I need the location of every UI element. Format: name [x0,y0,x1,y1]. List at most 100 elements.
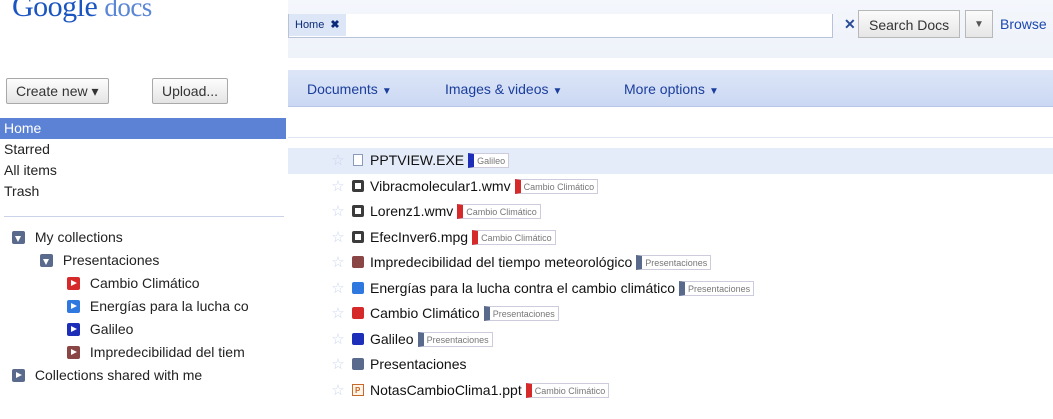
images-videos-menu[interactable]: Images & videos ▼ [445,81,562,97]
sidebar-divider [4,216,284,217]
documents-menu-label: Documents [307,81,378,97]
list-item[interactable]: ☆ Cambio Climático Presentaciones [288,301,1053,327]
document-name[interactable]: PPTVIEW.EXE [370,152,464,168]
list-item[interactable]: ☆ Galileo Presentaciones [288,327,1053,353]
folder-icon [352,307,364,319]
document-name[interactable]: Vibracmolecular1.wmv [370,178,511,194]
expand-arrow-icon[interactable] [67,323,80,336]
logo-google-text: Google [12,0,98,23]
collection-presentaciones[interactable]: Presentaciones [0,249,289,272]
collection-label: Galileo [89,321,134,337]
collection-tag[interactable]: Presentaciones [679,280,755,296]
collection-galileo[interactable]: Galileo [0,318,289,341]
collection-label: Energías para la lucha co [89,298,249,314]
collection-label: Impredecibilidad del tiem [89,344,245,360]
document-name[interactable]: Galileo [370,331,414,347]
expand-arrow-icon[interactable] [67,300,80,313]
chip-close-icon[interactable]: ✖ [330,19,339,31]
logo-docs-text: docs [104,0,152,22]
document-name[interactable]: Cambio Climático [370,305,480,321]
document-name[interactable]: Lorenz1.wmv [370,203,453,219]
expand-arrow-icon[interactable] [67,277,80,290]
list-item[interactable]: ☆ EfecInver6.mpg Cambio Climático [288,225,1053,251]
document-name[interactable]: EfecInver6.mpg [370,229,468,245]
collection-tag[interactable]: Cambio Climático [457,204,541,219]
list-item[interactable]: ☆ Lorenz1.wmv Cambio Climático [288,199,1053,225]
star-icon[interactable]: ☆ [330,250,346,275]
google-docs-logo[interactable]: Google docs [12,0,152,30]
list-item[interactable]: ☆ NotasCambioClima1.pptCambio Climático [288,378,1053,404]
more-options-menu-label: More options [624,81,705,97]
collection-cambio-climatico[interactable]: Cambio Climático [0,272,289,295]
collection-energias[interactable]: Energías para la lucha co [0,295,289,318]
document-name[interactable]: Energías para la lucha contra el cambio … [370,280,675,296]
video-icon [352,230,364,243]
expand-arrow-icon[interactable] [12,369,25,382]
caret-down-icon: ▼ [552,86,563,97]
search-docs-button[interactable]: Search Docs [858,10,961,38]
folder-icon [352,256,364,268]
presentation-file-icon [352,378,364,403]
collection-tag[interactable]: Cambio Climático [472,229,556,245]
document-name[interactable]: Presentaciones [370,356,467,372]
search-input[interactable]: Home ✖ [288,14,833,38]
star-icon[interactable]: ☆ [330,327,346,352]
collection-tag[interactable]: Presentaciones [417,331,493,347]
star-icon[interactable]: ☆ [330,301,346,326]
star-icon[interactable]: ☆ [330,174,346,199]
sidebar-item-home[interactable]: Home [0,118,286,139]
collection-tag[interactable]: Cambio Climático [514,178,599,194]
file-icon [353,154,363,166]
home-filter-chip[interactable]: Home ✖ [289,14,346,36]
search-area: Home ✖ ✕ Search Docs ▼ Browse [288,0,1053,58]
shared-collections-label: Collections shared with me [34,367,203,383]
more-options-menu[interactable]: More options ▼ [624,81,719,97]
document-list: ☆ PPTVIEW.EXE Galileo ☆ Vibracmolecular1.wm… [288,148,1053,403]
list-header-row [288,107,1053,138]
sidebar-item-all-items[interactable]: All items [0,160,286,181]
star-icon[interactable]: ☆ [330,276,346,301]
collection-impredecibilidad[interactable]: Impredecibilidad del tiem [0,341,289,364]
list-item[interactable]: ☆ Energías para la lucha contra el cambio… [288,276,1053,302]
clear-search-icon[interactable]: ✕ [844,16,856,33]
caret-down-icon: ▼ [708,86,719,97]
sidebar-item-starred[interactable]: Starred [0,139,286,160]
sidebar-nav: Home Starred All items Trash [0,118,286,202]
folder-icon [352,358,364,370]
collection-tag[interactable]: Presentaciones [483,306,559,321]
star-icon[interactable]: ☆ [330,352,346,377]
document-name[interactable]: Impredecibilidad del tiempo meteorológic… [370,254,632,270]
collection-my-collections[interactable]: My collections [0,226,289,249]
list-item[interactable]: ☆ Vibracmolecular1.wmv Cambio Climático [288,174,1053,200]
search-options-dropdown[interactable]: ▼ [965,10,993,38]
collection-tag[interactable]: Presentaciones [636,255,712,270]
browse-link[interactable]: Browse [1000,16,1047,32]
caret-down-icon: ▼ [381,86,392,97]
star-icon[interactable]: ☆ [330,199,346,224]
sidebar-actions: Create new ▾ Upload... [0,70,286,116]
star-icon[interactable]: ☆ [330,148,346,173]
document-name[interactable]: NotasCambioClima1.ppt [370,382,522,398]
collapse-arrow-icon[interactable] [12,231,25,244]
presentaciones-label: Presentaciones [62,252,160,268]
star-icon[interactable]: ☆ [330,225,346,250]
collection-label: Cambio Climático [89,275,200,291]
collection-tag[interactable]: Cambio Climático [525,382,610,398]
expand-arrow-icon[interactable] [67,346,80,359]
sidebar-item-trash[interactable]: Trash [0,181,286,202]
create-new-button[interactable]: Create new ▾ [6,78,109,104]
collection-shared-with-me[interactable]: Collections shared with me [0,364,289,387]
collections-tree: My collections Presentaciones Cambio Cli… [0,226,289,387]
list-item[interactable]: ☆ PPTVIEW.EXE Galileo [288,148,1053,174]
list-item[interactable]: ☆ Presentaciones [288,352,1053,378]
star-icon[interactable]: ☆ [330,378,346,403]
home-chip-label: Home [295,19,325,31]
video-icon [352,205,364,217]
collection-tag[interactable]: Galileo [468,153,510,168]
my-collections-label: My collections [34,229,123,245]
collapse-arrow-icon[interactable] [40,254,53,267]
documents-menu[interactable]: Documents ▼ [307,81,392,97]
list-item[interactable]: ☆ Impredecibilidad del tiempo meteorológi… [288,250,1053,276]
folder-icon [352,332,364,345]
upload-button[interactable]: Upload... [152,78,229,104]
